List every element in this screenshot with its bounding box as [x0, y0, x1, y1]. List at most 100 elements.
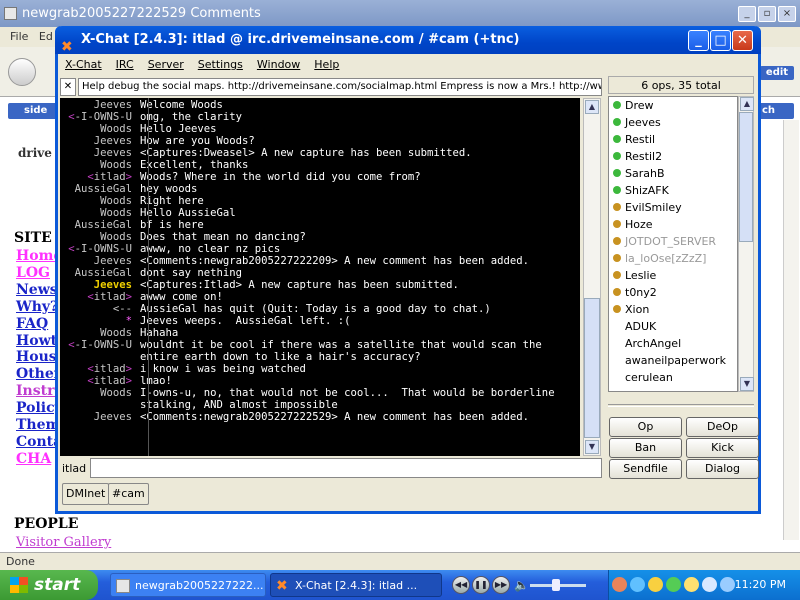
chat-nick[interactable]: Jeeves	[60, 99, 140, 111]
visitor-gallery-link[interactable]: Visitor Gallery	[16, 535, 111, 550]
topic-field[interactable]: Help debug the social maps. http://drive…	[78, 78, 602, 96]
pause-icon[interactable]: ❚❚	[472, 576, 490, 594]
chat-nick[interactable]: <-I-OWNS-U	[60, 339, 140, 363]
tray-messenger-icon[interactable]	[666, 577, 681, 592]
chat-nick[interactable]: AussieGal	[60, 183, 140, 195]
browser-close-button[interactable]: ×	[778, 6, 796, 22]
chat-nick[interactable]: Woods	[60, 327, 140, 339]
tray-shield-icon[interactable]	[702, 577, 717, 592]
menu-window[interactable]: Window	[250, 55, 307, 75]
site-link[interactable]: Them	[16, 417, 60, 433]
menu-help[interactable]: Help	[307, 55, 346, 75]
sendfile-button[interactable]: Sendfile	[609, 459, 682, 479]
kick-button[interactable]: Kick	[686, 438, 759, 458]
minimize-button[interactable]: _	[688, 30, 709, 51]
back-arrow-icon[interactable]	[8, 58, 36, 86]
browser-title-bar[interactable]: newgrab2005227222529 Comments	[0, 0, 800, 27]
chat-nick[interactable]: <itlad>	[60, 291, 140, 303]
tab-dminet[interactable]: DMInet	[62, 483, 110, 505]
chat-nick[interactable]: Woods	[60, 123, 140, 135]
user-list-item[interactable]: cerulean	[609, 369, 737, 386]
chat-nick[interactable]: AussieGal	[60, 219, 140, 231]
deop-button[interactable]: DeOp	[686, 417, 759, 437]
chat-nick[interactable]: *	[60, 315, 140, 327]
chat-nick[interactable]: <itlad>	[60, 375, 140, 387]
site-link[interactable]: Why?	[16, 299, 58, 315]
user-list-item[interactable]: awaneilpaperwork	[609, 352, 737, 369]
chat-nick[interactable]: <itlad>	[60, 363, 140, 375]
site-link[interactable]: FAQ	[16, 316, 48, 332]
volume-icon[interactable]: 🔈	[514, 578, 529, 592]
chat-nick[interactable]: <-I-OWNS-U	[60, 111, 140, 123]
close-button[interactable]: ✕	[732, 30, 753, 51]
browser-maximize-button[interactable]: ▫	[758, 6, 776, 22]
userlist-scroll-up-icon[interactable]: ▲	[740, 97, 754, 111]
user-list-item[interactable]: Leslie	[609, 267, 737, 284]
site-link[interactable]: News	[16, 282, 58, 298]
tray-smiley-icon[interactable]	[648, 577, 663, 592]
search-tab[interactable]: ch	[758, 103, 794, 119]
topic-close-icon[interactable]: ✕	[60, 78, 76, 96]
menu-irc[interactable]: IRC	[109, 55, 141, 75]
user-list-item[interactable]: Xion	[609, 301, 737, 318]
chat-nick[interactable]: Jeeves	[60, 411, 140, 423]
ban-button[interactable]: Ban	[609, 438, 682, 458]
taskbar-item-xchat[interactable]: ✖ X-Chat [2.4.3]: itlad ...	[270, 573, 442, 597]
menu-xchat[interactable]: X-Chat	[58, 55, 109, 75]
chat-nick[interactable]: Jeeves	[60, 135, 140, 147]
rewind-icon[interactable]: ◀◀	[452, 576, 470, 594]
chat-nick[interactable]: Woods	[60, 387, 140, 411]
browser-minimize-button[interactable]: _	[738, 6, 756, 22]
menu-settings[interactable]: Settings	[191, 55, 250, 75]
clock[interactable]: 11:20 PM	[735, 578, 786, 591]
tray-emoticon-icon[interactable]	[684, 577, 699, 592]
userlist-scroll-down-icon[interactable]: ▼	[740, 377, 754, 391]
maximize-button[interactable]: □	[710, 30, 731, 51]
userlist-divider[interactable]	[608, 404, 754, 407]
chat-nick[interactable]: <itlad>	[60, 171, 140, 183]
user-list-item[interactable]: SarahB	[609, 165, 737, 182]
chat-nick[interactable]: Woods	[60, 195, 140, 207]
chat-nick[interactable]: Jeeves	[60, 147, 140, 159]
chat-nick[interactable]: <-I-OWNS-U	[60, 243, 140, 255]
chat-nick[interactable]: Woods	[60, 231, 140, 243]
xchat-title-bar[interactable]: ✖ X-Chat [2.4.3]: itlad @ irc.drivemeinsa…	[55, 26, 761, 55]
chat-nick[interactable]: <--	[60, 303, 140, 315]
chat-nick[interactable]: Woods	[60, 159, 140, 171]
chat-nick[interactable]: AussieGal	[60, 267, 140, 279]
user-list-item[interactable]: Drew	[609, 97, 737, 114]
tray-network-icon[interactable]	[630, 577, 645, 592]
user-list-item[interactable]: Restil	[609, 131, 737, 148]
chat-scroll-thumb[interactable]	[584, 298, 600, 438]
user-list-item[interactable]: Jeeves	[609, 114, 737, 131]
tray-back-icon[interactable]	[612, 577, 627, 592]
dialog-button[interactable]: Dialog	[686, 459, 759, 479]
user-list-item[interactable]: ArchAngel	[609, 335, 737, 352]
scroll-up-icon[interactable]: ▲	[585, 100, 599, 114]
site-link[interactable]: LOG	[16, 265, 50, 281]
start-button[interactable]: start	[0, 570, 98, 600]
user-list-item[interactable]: EvilSmiley	[609, 199, 737, 216]
user-list-item[interactable]: ShizAFK	[609, 182, 737, 199]
user-list-item[interactable]: Restil2	[609, 148, 737, 165]
user-list-item[interactable]: Hoze	[609, 216, 737, 233]
edit-button[interactable]: edit	[760, 66, 794, 80]
volume-slider-handle[interactable]	[552, 579, 560, 591]
user-list[interactable]: Drew Jeeves Restil Restil2 SarahB ShizAFK Evil…	[608, 96, 738, 392]
user-list-item[interactable]: ADUK	[609, 318, 737, 335]
scroll-down-icon[interactable]: ▼	[585, 440, 599, 454]
tab-cam[interactable]: #cam	[108, 483, 149, 505]
message-input[interactable]	[90, 458, 602, 478]
menu-server[interactable]: Server	[141, 55, 191, 75]
browser-scrollbar[interactable]	[783, 120, 799, 540]
op-button[interactable]: Op	[609, 417, 682, 437]
input-nick-label[interactable]: itlad	[62, 462, 88, 476]
site-link[interactable]: CHA	[16, 451, 51, 467]
userlist-scroll-thumb[interactable]	[739, 112, 753, 242]
taskbar-item-browser[interactable]: newgrab2005227222...	[110, 573, 266, 597]
browser-menu-file[interactable]: File	[10, 30, 28, 43]
chat-log[interactable]: Jeeves Welcome Woods <-I-OWNS-U omg, the cl…	[60, 98, 580, 456]
chat-nick[interactable]: Jeeves	[60, 255, 140, 267]
user-list-item[interactable]: la_loOse[zZzZ]	[609, 250, 737, 267]
tray-update-icon[interactable]	[720, 577, 735, 592]
